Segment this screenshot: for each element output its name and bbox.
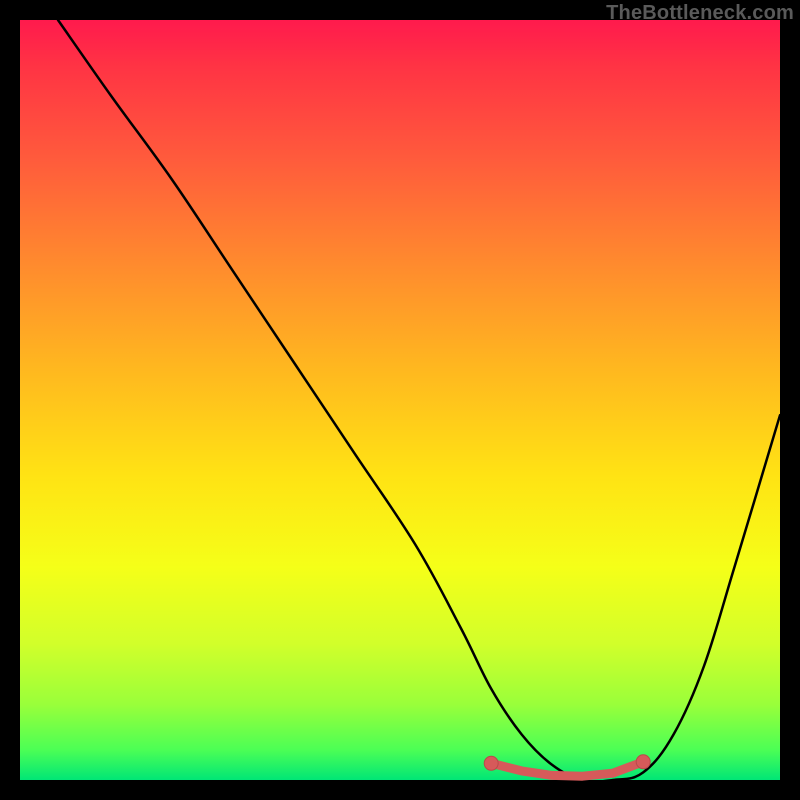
bottleneck-curve <box>58 20 780 782</box>
optimal-range-start-dot <box>484 756 498 770</box>
optimal-range-line <box>491 762 643 776</box>
curve-layer <box>20 20 780 780</box>
chart-frame: TheBottleneck.com <box>0 0 800 800</box>
watermark-text: TheBottleneck.com <box>606 2 794 25</box>
optimal-range-markers <box>484 755 650 776</box>
optimal-range-end-dot <box>636 755 650 769</box>
plot-area <box>20 20 780 780</box>
